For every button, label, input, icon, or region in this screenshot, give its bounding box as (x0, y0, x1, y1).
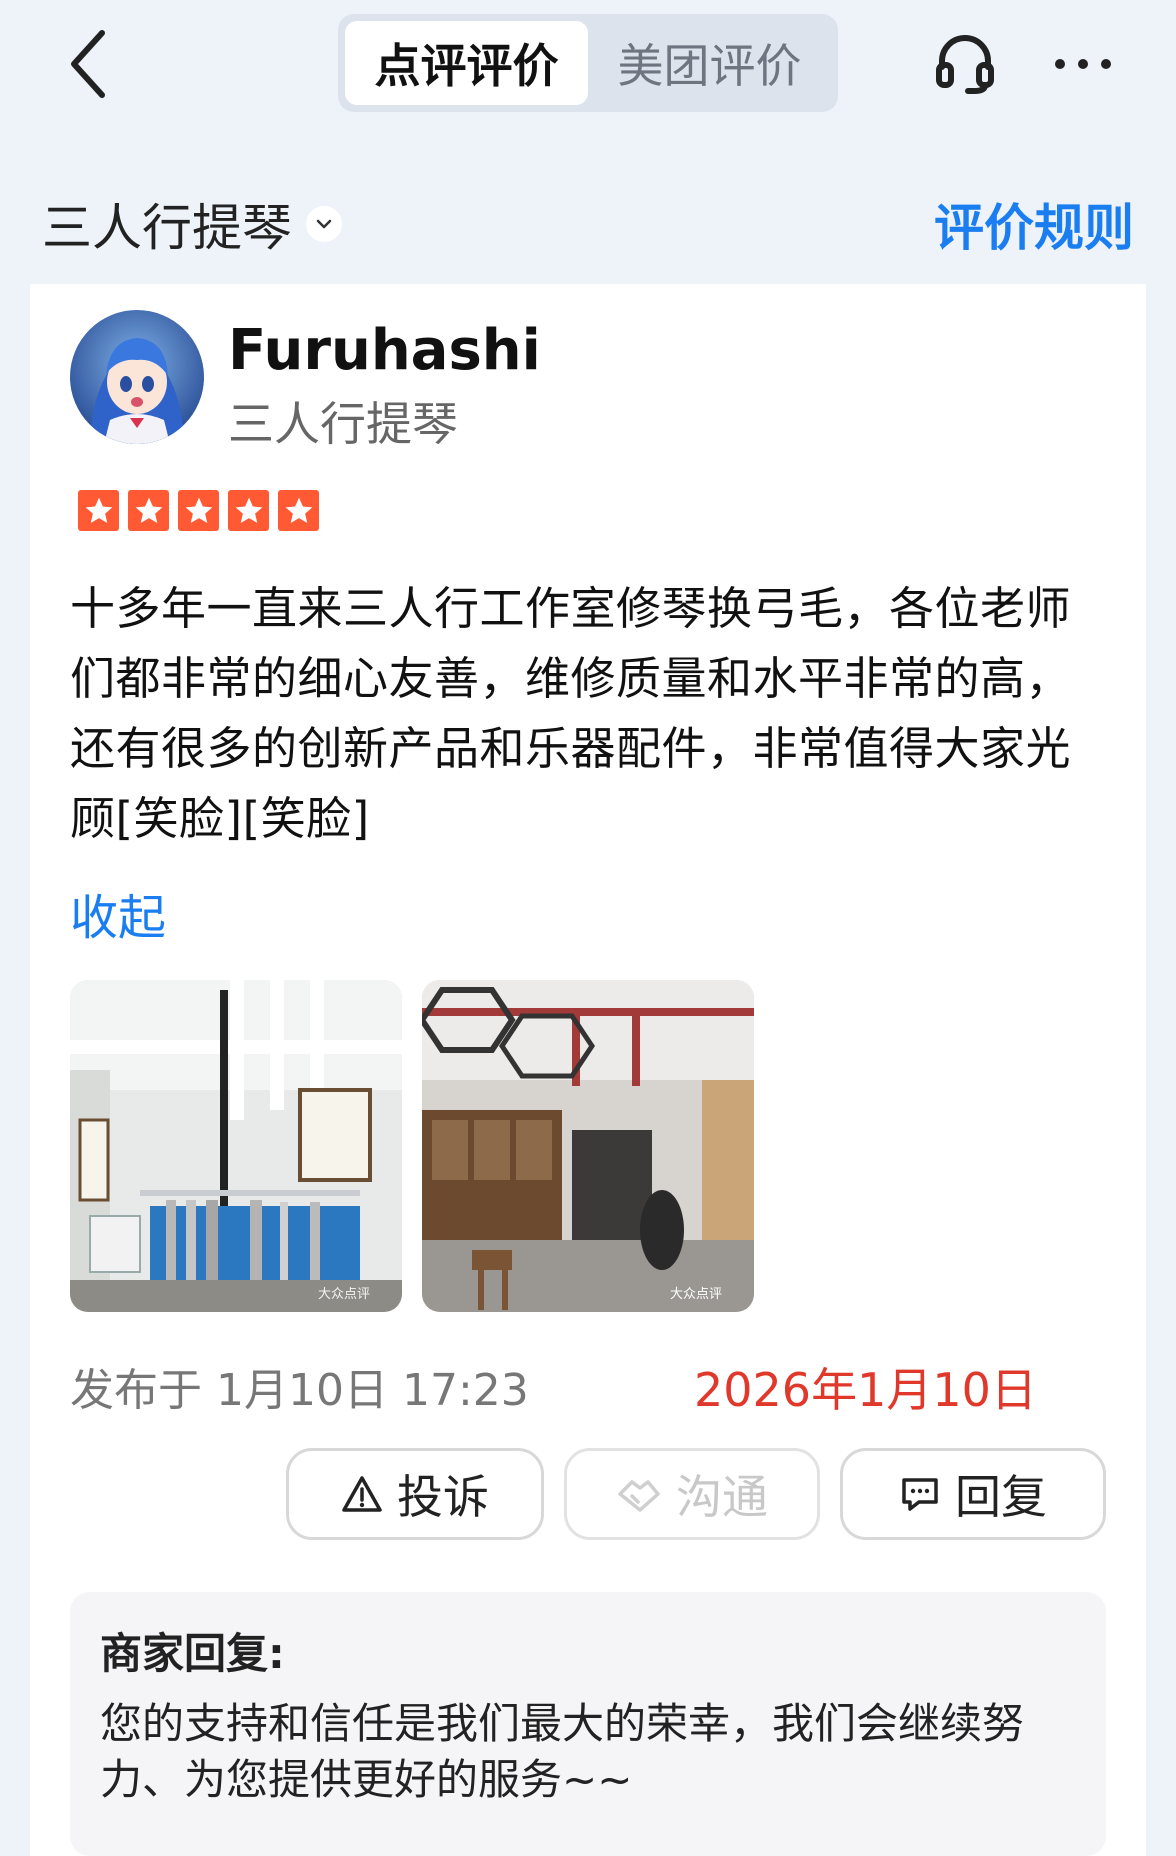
review-source-switch: 点评评价 美团评价 (338, 14, 838, 112)
reply-label: 回复 (955, 1470, 1047, 1524)
review-photo[interactable]: 大众点评 (422, 980, 754, 1312)
warning-icon (342, 1476, 382, 1512)
shop-row: 三人行提琴 评价规则 (0, 180, 1176, 260)
more-icon (1055, 59, 1111, 69)
tab-dianping-reviews[interactable]: 点评评价 (345, 21, 588, 105)
handshake-icon (618, 1480, 660, 1512)
merchant-reply: 商家回复: 您的支持和信任是我们最大的荣幸，我们会继续努力、为您提供更好的服务~… (70, 1592, 1106, 1856)
star-icon (278, 490, 319, 531)
chat-label: 沟通 (676, 1470, 768, 1524)
review-card: Furuhashi 三人行提琴 十多年一直来三人行工作室修琴换弓毛，各位老师们都… (30, 284, 1146, 1856)
complain-button[interactable]: 投诉 (286, 1448, 544, 1540)
chevron-down-icon (306, 206, 342, 242)
reply-button[interactable]: 回复 (840, 1448, 1106, 1540)
star-rating (78, 490, 319, 531)
shop-name: 三人行提琴 (42, 199, 292, 257)
complain-label: 投诉 (397, 1470, 489, 1524)
photo-watermark: 大众点评 (670, 1287, 722, 1302)
star-icon (128, 490, 169, 531)
user-shop-tag: 三人行提琴 (228, 397, 458, 451)
top-nav-bar: 点评评价 美团评价 (0, 0, 1176, 130)
avatar[interactable] (70, 310, 204, 444)
user-name[interactable]: Furuhashi (228, 318, 541, 383)
post-time: 发布于 1月10日 17:23 (70, 1365, 529, 1416)
comment-icon (902, 1478, 938, 1511)
more-button[interactable] (1048, 26, 1118, 102)
headset-icon (936, 35, 994, 94)
chat-button[interactable]: 沟通 (564, 1448, 820, 1540)
tab-meituan-reviews[interactable]: 美团评价 (588, 21, 831, 105)
edit-date: 2026年1月10日 (694, 1363, 1037, 1417)
star-icon (178, 490, 219, 531)
merchant-reply-title: 商家回复: (100, 1629, 285, 1678)
customer-service-button[interactable] (930, 26, 1000, 102)
back-button[interactable] (58, 26, 118, 102)
review-rules-link[interactable]: 评价规则 (934, 188, 1134, 260)
star-icon (78, 490, 119, 531)
photo-watermark: 大众点评 (318, 1287, 370, 1302)
back-arrow-icon (71, 30, 105, 98)
review-text: 十多年一直来三人行工作室修琴换弓毛，各位老师们都非常的细心友善，维修质量和水平非… (70, 582, 1072, 845)
review-photo[interactable]: 大众点评 (70, 980, 402, 1312)
collapse-link[interactable]: 收起 (70, 878, 166, 948)
shop-selector[interactable]: 三人行提琴 (42, 188, 342, 260)
star-icon (228, 490, 269, 531)
merchant-reply-text: 您的支持和信任是我们最大的荣幸，我们会继续努力、为您提供更好的服务~~ (100, 1699, 1025, 1804)
